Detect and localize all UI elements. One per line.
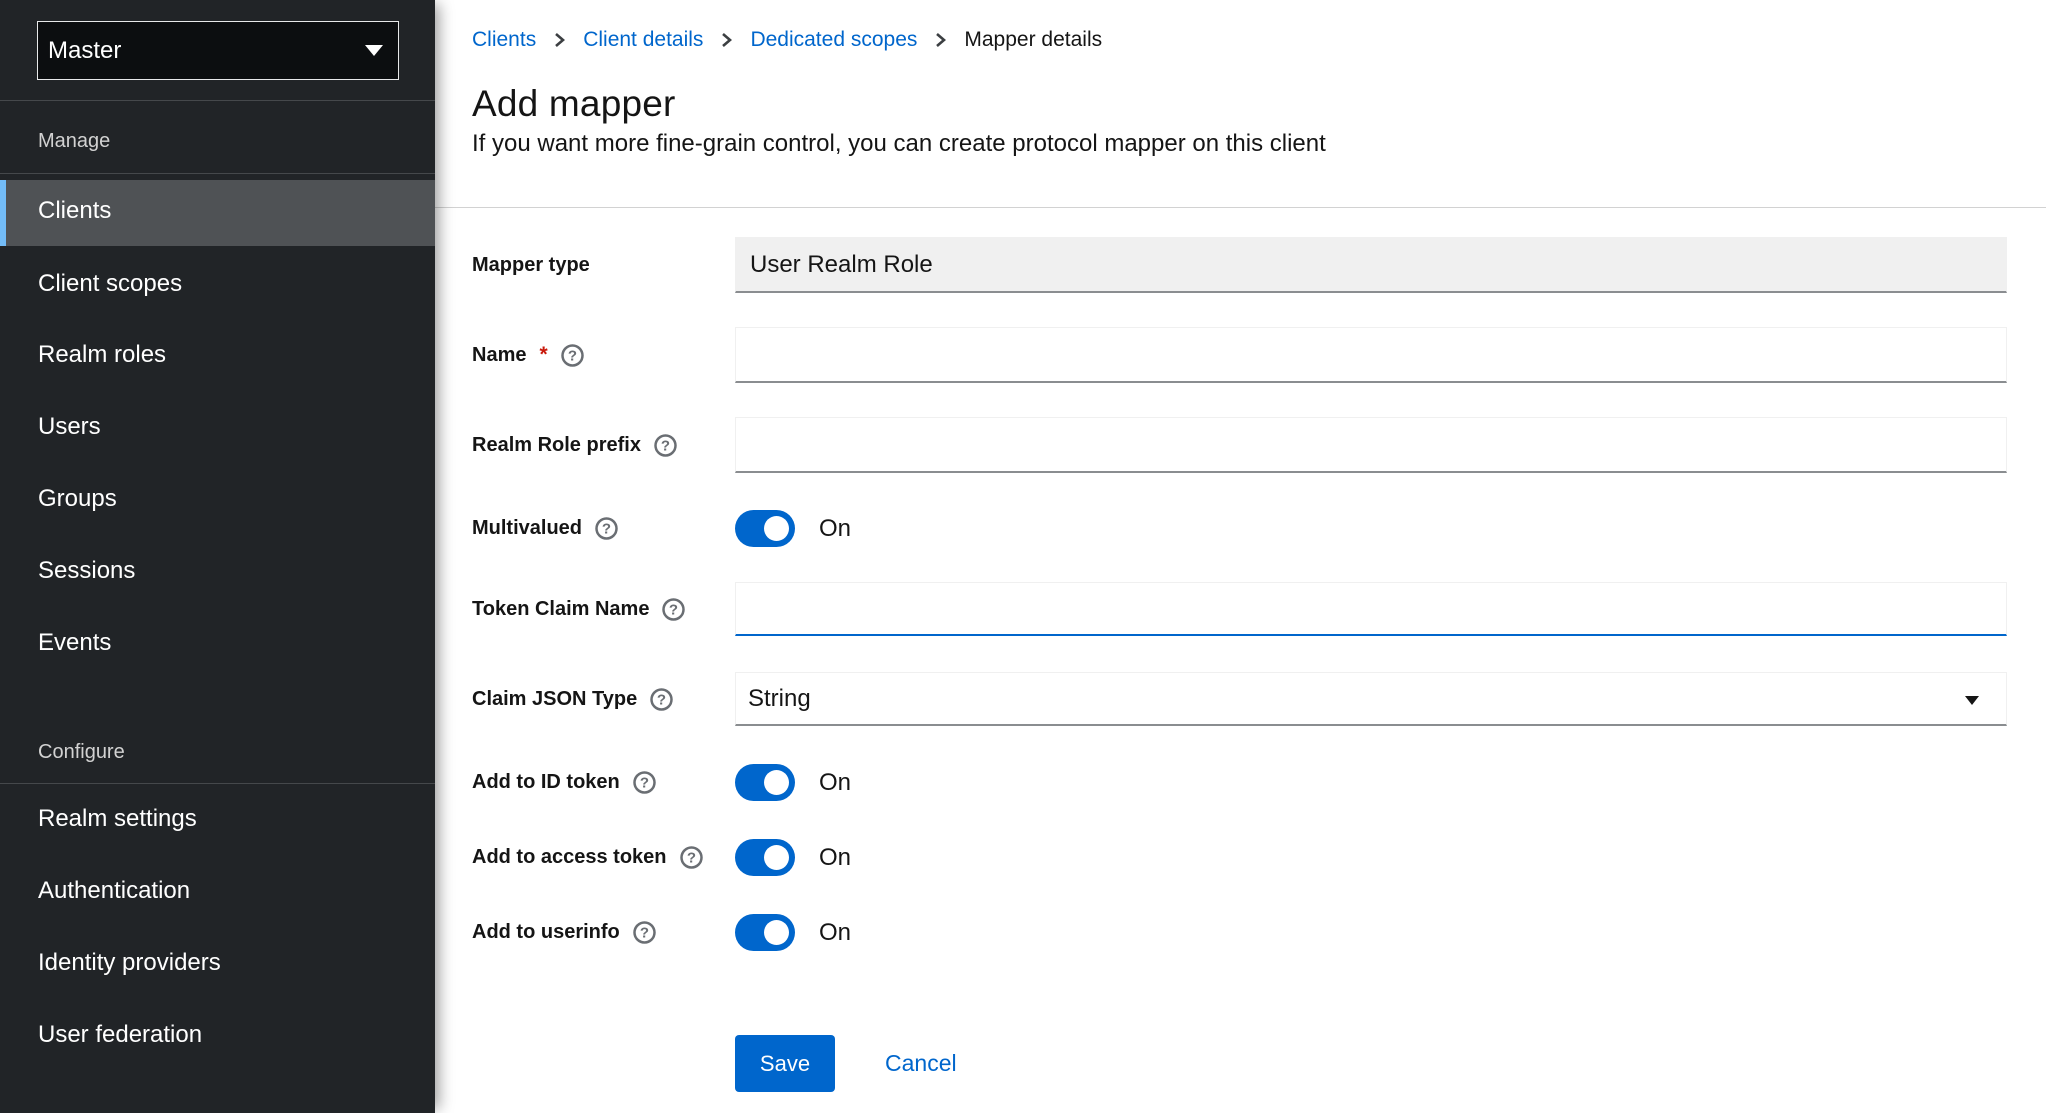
svg-text:?: ? (568, 347, 577, 364)
svg-text:?: ? (640, 925, 649, 942)
svg-text:?: ? (602, 521, 611, 538)
svg-text:?: ? (686, 850, 695, 867)
svg-text:?: ? (640, 775, 649, 792)
svg-text:?: ? (657, 691, 666, 708)
svg-text:?: ? (669, 601, 678, 618)
svg-text:?: ? (661, 437, 670, 454)
